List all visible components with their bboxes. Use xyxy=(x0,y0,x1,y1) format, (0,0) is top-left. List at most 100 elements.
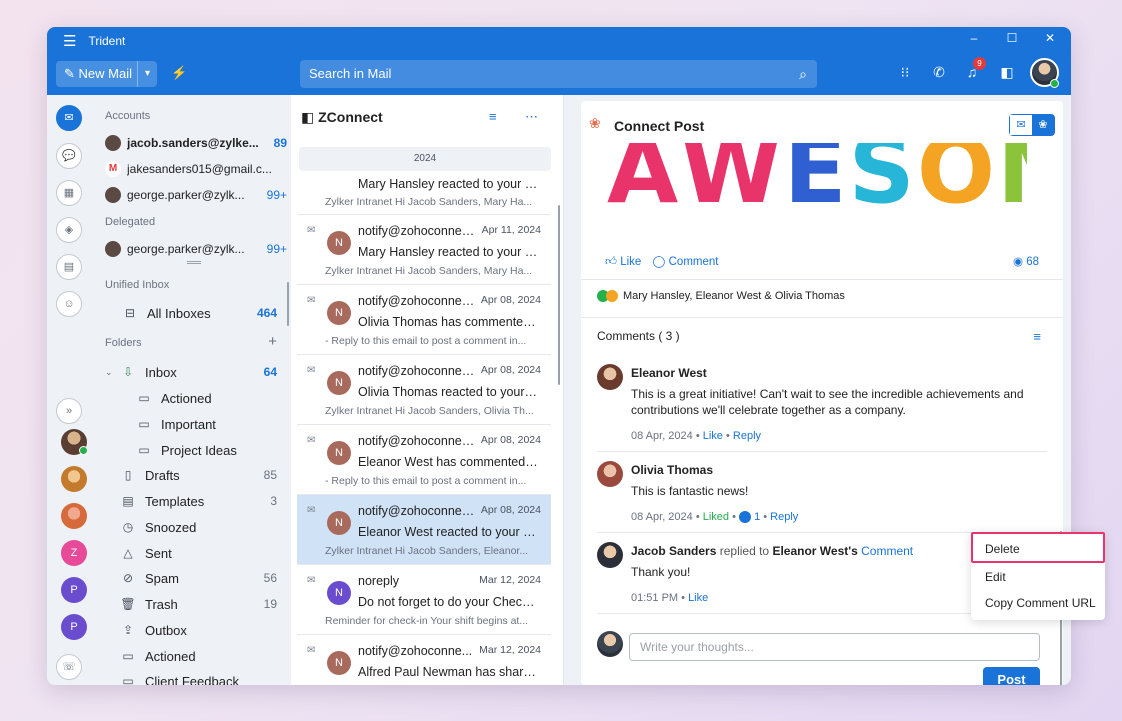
tasks-icon[interactable]: ◈ xyxy=(56,217,82,243)
search-icon[interactable]: ⌕ xyxy=(799,60,807,88)
folder-item[interactable]: △ Sent xyxy=(119,541,277,565)
calendar-icon[interactable]: ▦ xyxy=(56,180,82,206)
contacts-icon[interactable]: ☺ xyxy=(56,291,82,317)
reply-link[interactable]: Reply xyxy=(770,511,798,523)
folder-item[interactable]: ▭ Important xyxy=(135,412,277,436)
like-link[interactable]: Like xyxy=(703,430,723,442)
close-icon[interactable]: ✕ xyxy=(1040,31,1060,45)
minimize-icon[interactable]: – xyxy=(964,31,984,45)
mail-icon[interactable]: ✉ xyxy=(56,105,82,131)
reactions-summary[interactable]: Mary Hansley, Eleanor West & Olivia Thom… xyxy=(597,290,845,302)
mail-view-icon[interactable]: ✉ xyxy=(1010,115,1032,135)
menu-item-copy-url[interactable]: Copy Comment URL xyxy=(985,596,1096,610)
list-item[interactable]: ✉ N notify@zohoconnec... Apr 08, 2024 Elea… xyxy=(297,425,551,495)
account-avatar xyxy=(105,187,121,203)
contact-avatar[interactable]: P xyxy=(61,614,87,640)
toolbar: ✎ New Mail ▾ ⚡ Search in Mail ⌕ ⁝⁝ ✆ ♫ 9… xyxy=(47,55,1071,95)
apps-grid-icon[interactable]: ⁝⁝ xyxy=(895,64,915,81)
liked-link[interactable]: Liked xyxy=(703,511,729,523)
like-button[interactable]: 👍︎ Like xyxy=(605,256,641,268)
list-item-selected[interactable]: ✉ N notify@zohoconnec... Apr 08, 2024 Elea… xyxy=(297,495,551,565)
list-item[interactable]: ✉ N notify@zohoconnec... Apr 08, 2024 Oliv… xyxy=(297,285,551,355)
list-item[interactable]: Mary Hansley reacted to your p... Zylker… xyxy=(297,173,551,215)
phone-icon[interactable]: ✆ xyxy=(929,64,949,81)
sender-avatar: N xyxy=(327,301,351,325)
envelope-icon: ✉ xyxy=(307,295,316,306)
folder-inbox[interactable]: ⌄ ⇩ Inbox 64 xyxy=(105,360,277,384)
list-item[interactable]: ✉ N notify@zohoconnec... Apr 11, 2024 Mary… xyxy=(297,215,551,285)
chevron-down-icon[interactable]: ⌄ xyxy=(105,367,115,378)
sort-icon[interactable]: ≡ xyxy=(1033,329,1041,344)
folder-item[interactable]: ▤ Templates 3 xyxy=(119,489,277,513)
all-inboxes-item[interactable]: ⊟ All Inboxes 464 xyxy=(121,301,277,325)
chat-bubble-icon[interactable]: ☏ xyxy=(56,654,82,680)
folder-label: Sent xyxy=(145,545,172,561)
divider xyxy=(581,279,1063,280)
account-item[interactable]: M jakesanders015@gmail.c... xyxy=(105,157,287,181)
folder-item[interactable]: ▯ Drafts 85 xyxy=(119,463,277,487)
connect-icon: ❀ xyxy=(589,115,601,131)
contact-avatar[interactable] xyxy=(61,503,87,529)
menu-item-edit[interactable]: Edit xyxy=(985,570,1006,584)
folder-item[interactable]: 🗑 Trash 19 xyxy=(119,592,277,616)
more-options-icon[interactable]: ⋯ xyxy=(525,109,538,125)
chevron-down-icon[interactable]: ▾ xyxy=(137,61,157,87)
folder-item[interactable]: ▭ Actioned xyxy=(119,644,277,668)
banner-letter: M xyxy=(997,143,1027,217)
reply-link[interactable]: Reply xyxy=(733,430,761,442)
compose-icon: ✎ xyxy=(64,66,75,81)
comment-meta: 08 Apr, 2024 • Like • Reply xyxy=(631,430,762,442)
post-button[interactable]: Post xyxy=(983,667,1040,685)
search-input[interactable]: Search in Mail ⌕ xyxy=(300,60,817,88)
year-divider: 2024 xyxy=(299,147,551,171)
comment-link[interactable]: Comment xyxy=(861,544,913,558)
menu-item-delete[interactable]: Delete xyxy=(971,532,1105,563)
connect-view-icon[interactable]: ❀ xyxy=(1032,115,1054,135)
like-link[interactable]: Like xyxy=(688,592,708,604)
account-item[interactable]: george.parker@zylk... 99+ xyxy=(105,237,287,261)
folder-item[interactable]: ◷ Snoozed xyxy=(119,515,277,539)
envelope-icon: ✉ xyxy=(307,225,316,236)
drag-handle[interactable] xyxy=(187,261,201,264)
contact-avatar[interactable] xyxy=(61,466,87,492)
folder-item[interactable]: ⊘ Spam 56 xyxy=(119,566,277,590)
drafts-icon: ▯ xyxy=(124,468,132,482)
message-preview: Zylker Intranet Hi Jacob Sanders, Mary H… xyxy=(325,196,533,208)
contact-avatar[interactable]: Z xyxy=(61,540,87,566)
comment-reply-input[interactable]: Write your thoughts... xyxy=(629,633,1040,661)
chat-icon[interactable]: 💬 xyxy=(56,143,82,169)
commenter-avatar xyxy=(597,364,623,390)
expand-icon[interactable]: » xyxy=(56,398,82,424)
account-item[interactable]: george.parker@zylk... 99+ xyxy=(105,183,287,207)
list-item[interactable]: ✉ N noreply Mar 12, 2024 Do not forget to … xyxy=(297,565,551,635)
folder-label: All Inboxes xyxy=(147,305,211,321)
folder-item[interactable]: ▭ Actioned xyxy=(135,386,277,410)
list-item[interactable]: ✉ N notify@zohoconnec... Apr 08, 2024 Oliv… xyxy=(297,355,551,425)
emoji-reaction-icon xyxy=(606,290,618,302)
folder-item[interactable]: ▭ Client Feedback xyxy=(119,669,277,686)
inbox-tray-icon: ⇩ xyxy=(122,365,134,379)
view-toggle[interactable]: ✉ ❀ xyxy=(1009,114,1055,136)
bolt-icon[interactable]: ⚡ xyxy=(171,65,187,81)
message-subject: Olivia Thomas reacted to your p... xyxy=(358,385,538,399)
folder-label: Outbox xyxy=(145,622,187,638)
new-mail-button[interactable]: ✎ New Mail ▾ xyxy=(56,61,157,87)
folder-item[interactable]: ▭ Project Ideas xyxy=(135,438,277,462)
folder-item[interactable]: ⇪ Outbox xyxy=(119,618,277,642)
account-item[interactable]: jacob.sanders@zylke... 89 xyxy=(105,131,287,155)
hamburger-icon[interactable]: ☰ xyxy=(63,32,76,50)
sidebar-scrollbar[interactable] xyxy=(287,282,289,326)
new-mail-label: ✎ New Mail xyxy=(64,66,132,81)
contact-avatar[interactable]: P xyxy=(61,577,87,603)
filter-icon[interactable]: ≡ xyxy=(489,109,497,124)
message-from: notify@zohoconnec... xyxy=(358,294,478,308)
panel-icon[interactable]: ◧ xyxy=(997,64,1017,81)
folder-label: Trash xyxy=(145,596,178,612)
list-item[interactable]: ✉ N notify@zohoconne... Mar 12, 2024 Alfre… xyxy=(297,635,551,685)
comment-button[interactable]: ◯ Comment xyxy=(653,256,719,268)
divider xyxy=(597,451,1047,452)
add-folder-icon[interactable]: + xyxy=(268,333,277,350)
maximize-icon[interactable]: ☐ xyxy=(1002,31,1022,45)
notes-icon[interactable]: ▤ xyxy=(56,254,82,280)
list-scrollbar[interactable] xyxy=(558,205,560,385)
